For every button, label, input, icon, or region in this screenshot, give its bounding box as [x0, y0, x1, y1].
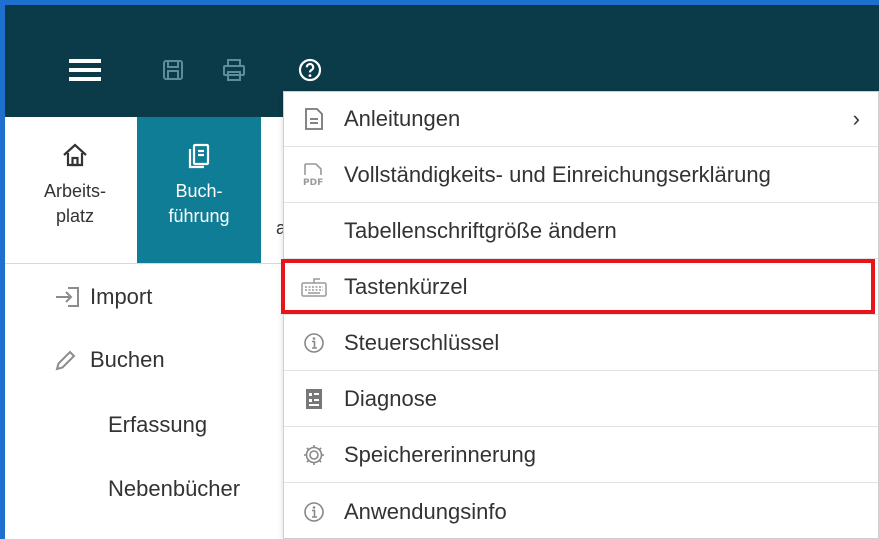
nav-tile-arbeitsplatz[interactable]: Arbeits-platz	[13, 117, 137, 263]
menu-item-tabellenschriftgroesse[interactable]: Tabellenschriftgröße ändern	[284, 204, 878, 259]
menu-item-anwendungsinfo[interactable]: Anwendungsinfo	[284, 484, 878, 539]
nav-tile-buchfuehrung[interactable]: Buch-führung	[137, 117, 261, 263]
menu-item-vollstaendigkeitserklaerung[interactable]: PDF Vollständigkeits- und Einreichungser…	[284, 148, 878, 203]
ledger-icon	[188, 143, 210, 169]
menu-item-label: Steuerschlüssel	[344, 330, 500, 355]
info-icon	[284, 501, 344, 523]
import-icon	[54, 285, 82, 309]
pdf-icon: PDF	[284, 162, 344, 188]
nav-tile-label: Buch-führung	[168, 181, 230, 226]
menu-item-label: Diagnose	[344, 386, 437, 411]
save-icon[interactable]	[158, 55, 188, 85]
pencil-icon	[54, 348, 78, 372]
diagnose-icon	[284, 387, 344, 411]
help-menu: Anleitungen › PDF Vollständigkeits- und …	[283, 91, 879, 539]
menu-item-anleitungen[interactable]: Anleitungen ›	[284, 92, 878, 147]
menu-item-label: Speichererinnerung	[344, 442, 537, 467]
sidebar-item-label: Erfassung	[108, 412, 208, 437]
sidebar-item-label: Buchen	[90, 347, 165, 372]
menu-item-tastenkuerzel[interactable]: Tastenkürzel	[284, 260, 878, 315]
menu-item-steuerschluessel[interactable]: Steuerschlüssel	[284, 316, 878, 371]
document-icon	[284, 107, 344, 131]
svg-text:PDF: PDF	[303, 178, 323, 188]
gear-icon	[284, 443, 344, 467]
menu-item-label: Tabellenschriftgröße ändern	[344, 218, 617, 243]
chevron-right-icon: ›	[852, 106, 860, 131]
menu-item-speichererinnerung[interactable]: Speichererinnerung	[284, 428, 878, 483]
menu-item-diagnose[interactable]: Diagnose	[284, 372, 878, 427]
print-icon[interactable]	[219, 55, 249, 85]
menu-item-label: Vollständigkeits- und Einreichungserklär…	[344, 162, 771, 187]
sidebar-item-label: Import	[90, 284, 153, 309]
sidebar-item-buchen[interactable]: Buchen	[54, 347, 165, 373]
hamburger-icon[interactable]	[65, 55, 105, 85]
info-icon	[284, 332, 344, 354]
keyboard-icon	[284, 276, 344, 298]
menu-item-label: Anwendungsinfo	[344, 498, 507, 524]
sidebar-item-import[interactable]: Import	[54, 284, 152, 310]
menu-item-label: Tastenkürzel	[344, 274, 468, 299]
nav-tile-label: Arbeits-platz	[43, 181, 106, 226]
sidebar-item-nebenbuecher[interactable]: Nebenbücher	[108, 476, 240, 502]
help-icon[interactable]	[295, 55, 325, 85]
menu-item-label: Anleitungen	[344, 106, 461, 131]
sidebar-item-label: Nebenbücher	[108, 476, 241, 501]
home-icon	[62, 143, 88, 169]
sidebar-item-erfassung[interactable]: Erfassung	[108, 412, 207, 438]
